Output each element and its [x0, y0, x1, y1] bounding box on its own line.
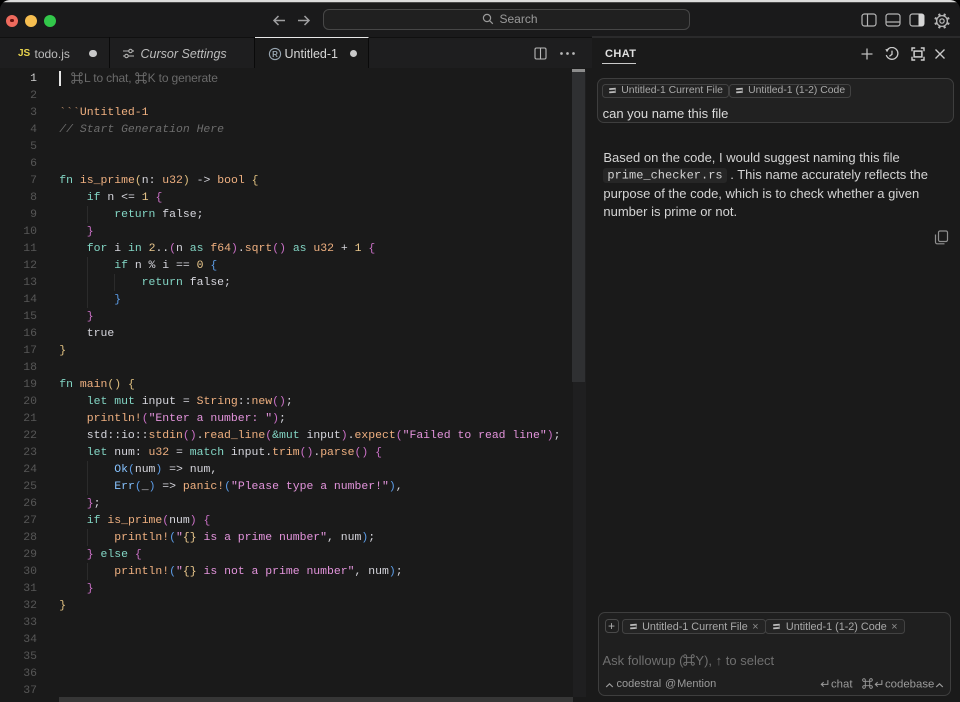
svg-text:R: R: [272, 49, 278, 58]
